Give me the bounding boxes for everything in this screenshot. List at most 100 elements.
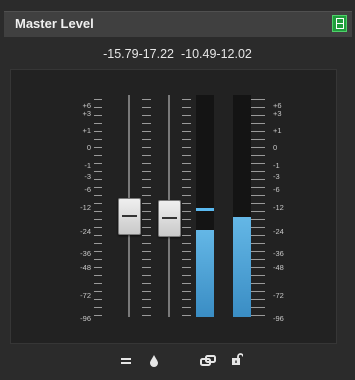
scale-label: -36	[80, 249, 91, 258]
scale-label: -96	[80, 314, 91, 323]
tick-mark	[142, 171, 151, 172]
tick-mark	[182, 139, 191, 140]
tick-mark	[182, 259, 191, 260]
scale-label: -72	[80, 291, 91, 300]
tick-mark	[142, 99, 151, 100]
left-fader-knob[interactable]	[118, 198, 141, 235]
right-fader-knob[interactable]	[158, 200, 181, 237]
tick-mark	[257, 275, 265, 276]
tick-mark	[142, 147, 151, 148]
left-fader-readout: -15.79	[103, 47, 139, 61]
fader-line	[122, 215, 137, 217]
tick-mark	[142, 195, 151, 196]
right-peak-readout: -12.02	[216, 47, 252, 61]
tick-mark	[94, 195, 102, 196]
tick-mark	[142, 123, 151, 124]
scale-label: -24	[80, 227, 91, 236]
right-level-meter	[233, 95, 251, 317]
tick-mark	[142, 243, 151, 244]
tick-mark	[182, 107, 191, 108]
tick-mark	[257, 307, 265, 308]
tick-mark	[94, 307, 102, 308]
scale-label: +3	[82, 109, 91, 118]
scale-label: +1	[273, 126, 282, 135]
tick-mark	[182, 275, 191, 276]
link-meters-button[interactable]	[198, 351, 217, 370]
tick-mark	[94, 235, 102, 236]
meter-panel: +6 +3 +1 0 -1 -3 -6 -12 -24 -36 -48 -72 -96 +6 +3 +1 0-…	[10, 69, 337, 344]
panel-menu-button[interactable]	[332, 15, 347, 32]
tick-mark	[142, 115, 151, 116]
tick-mark	[94, 147, 102, 148]
scale-label: -3	[273, 172, 280, 181]
tick-mark	[257, 235, 265, 236]
tick-mark	[94, 227, 102, 228]
tick-mark	[257, 147, 265, 148]
tick-mark	[94, 115, 102, 116]
tick-mark	[257, 195, 265, 196]
tick-mark	[257, 155, 265, 156]
fader-line	[162, 217, 177, 219]
tick-mark	[142, 251, 151, 252]
tick-mark	[257, 315, 265, 316]
tick-mark	[94, 155, 102, 156]
scale-label: -6	[273, 185, 280, 194]
tick-mark	[257, 99, 265, 100]
tick-mark	[257, 291, 265, 292]
tick-mark	[94, 139, 102, 140]
scale-label: -1	[273, 161, 280, 170]
tick-mark	[142, 307, 151, 308]
tick-mark	[182, 203, 191, 204]
scale-label: -36	[273, 249, 284, 258]
link-faders-button[interactable]	[116, 351, 135, 370]
scale-label: -24	[273, 227, 284, 236]
scale-label: -1	[84, 161, 91, 170]
tick-mark	[94, 171, 102, 172]
tick-mark	[94, 251, 102, 252]
tick-mark	[142, 187, 151, 188]
tick-mark	[257, 243, 265, 244]
tick-mark	[182, 243, 191, 244]
tick-mark	[142, 107, 151, 108]
tick-mark	[182, 187, 191, 188]
tick-mark	[94, 299, 102, 300]
tick-mark	[94, 203, 102, 204]
tick-mark	[142, 235, 151, 236]
tick-mark	[94, 291, 102, 292]
tick-mark	[142, 203, 151, 204]
tick-mark	[257, 267, 265, 268]
tick-mark	[182, 219, 191, 220]
tick-mark	[182, 163, 191, 164]
tick-mark	[142, 283, 151, 284]
tick-mark	[182, 291, 191, 292]
scale-label: 0	[86, 143, 91, 152]
tick-mark	[142, 131, 151, 132]
scale-label: -72	[273, 291, 284, 300]
tick-mark	[142, 315, 151, 316]
tick-mark	[94, 243, 102, 244]
tick-mark	[142, 299, 151, 300]
left-level-meter	[196, 95, 214, 317]
tick-mark	[182, 315, 191, 316]
dither-button[interactable]	[144, 351, 163, 370]
tick-mark	[182, 179, 191, 180]
tick-mark	[94, 315, 102, 316]
scale-label: +3	[273, 109, 282, 118]
left-peak-readout: -10.49	[180, 47, 217, 61]
tick-mark	[94, 259, 102, 260]
tick-mark	[94, 163, 102, 164]
scale-label: -12	[273, 203, 284, 212]
right-fader-readout: -17.22	[138, 47, 175, 61]
tick-mark	[142, 291, 151, 292]
unlock-icon	[231, 353, 243, 365]
lock-button[interactable]	[227, 350, 246, 369]
tick-mark	[257, 211, 265, 212]
menu-icon	[336, 18, 344, 29]
tick-mark	[257, 179, 265, 180]
tick-mark	[142, 219, 151, 220]
tick-mark	[182, 235, 191, 236]
tick-mark	[94, 131, 102, 132]
title-bar: Master Level	[4, 11, 352, 37]
tick-mark	[182, 155, 191, 156]
tick-mark	[257, 299, 265, 300]
